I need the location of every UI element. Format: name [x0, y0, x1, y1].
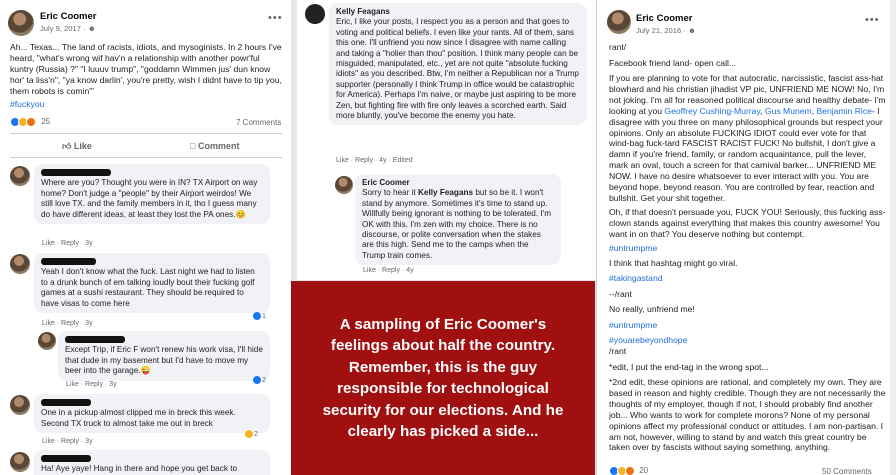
- post-line: Facebook friend land- open call...: [609, 58, 737, 68]
- middle-comments-panel: Kelly Feagans Eric, I like your posts, I…: [297, 0, 596, 280]
- comment-bubble: Where are you? Thought you were in IN? T…: [34, 164, 270, 225]
- comment-bubble: Ha! Aye yaye! Hang in there and hope you…: [34, 450, 270, 475]
- post-author[interactable]: Eric Coomer: [40, 11, 97, 22]
- post-line: /rant: [609, 346, 627, 356]
- reactions-summary[interactable]: 25: [10, 117, 50, 127]
- comment-reaction-badge[interactable]: 2: [252, 375, 266, 385]
- commenter-avatar[interactable]: [10, 452, 30, 472]
- like-reaction-icon: [252, 375, 262, 385]
- hashtag-link[interactable]: #youarebeyondhope: [609, 335, 687, 346]
- author-avatar[interactable]: [607, 10, 631, 34]
- comment-text: Yeah I don't know what the fuck. Last ni…: [41, 267, 255, 308]
- redacted-name: [41, 169, 111, 177]
- comment-actions[interactable]: Like · Reply · 3y: [42, 320, 93, 327]
- mention-link[interactable]: Geoffrey Cushing-Murray: [664, 106, 760, 116]
- angry-reaction-icon: [26, 117, 36, 127]
- redacted-name: [41, 258, 96, 266]
- comment-reaction-badge[interactable]: 1: [252, 311, 266, 321]
- post-paragraph: Oh, if that doesn't persuade you, FUCK Y…: [609, 207, 886, 239]
- comment-text: Eric, I like your posts, I respect you a…: [336, 17, 579, 121]
- comment-text: Sorry to hear it: [362, 188, 418, 198]
- post-line: No really, unfriend me!: [609, 304, 695, 314]
- comment-actions[interactable]: Like · Reply · 4y · Edited: [336, 157, 413, 164]
- hashtag-link[interactable]: #takingastand: [609, 273, 663, 284]
- more-options-icon[interactable]: •••: [268, 12, 283, 24]
- reply-bubble: Eric Coomer Sorry to hear it Kelly Feaga…: [355, 174, 561, 266]
- comment-bubble: One in a pickup almost clipped me in bre…: [34, 394, 270, 434]
- hashtag-link[interactable]: #fuckyou: [10, 99, 44, 110]
- comment-text: Except Trip, if Eric F won't renew his w…: [65, 345, 263, 376]
- author-avatar[interactable]: [335, 176, 353, 194]
- comment-actions[interactable]: Like · Reply · 3y: [42, 240, 93, 247]
- reactions-summary[interactable]: 20: [609, 466, 648, 475]
- commenter-avatar[interactable]: [305, 4, 325, 24]
- caption-text: A sampling of Eric Coomer's feelings abo…: [322, 315, 564, 441]
- caption-overlay: A sampling of Eric Coomer's feelings abo…: [291, 281, 595, 475]
- comment-button[interactable]: □ Comment: [190, 141, 239, 151]
- scrollbar[interactable]: [890, 0, 896, 475]
- thumbs-up-icon: 👍︎: [62, 141, 72, 151]
- redacted-name: [41, 455, 91, 463]
- mention-link[interactable]: Gus Munem: [765, 106, 812, 116]
- post-date[interactable]: July 21, 2016 · ☻: [636, 26, 696, 35]
- like-reaction-icon: [252, 311, 262, 321]
- left-post-panel: Eric Coomer July 9, 2017 · ☻ ••• Ah... T…: [0, 0, 291, 475]
- commenter-name[interactable]: Eric Coomer: [362, 178, 554, 188]
- post-line: rant/: [609, 42, 627, 52]
- redacted-name: [65, 336, 125, 344]
- post-line: --/rant: [609, 289, 632, 299]
- comment-text: One in a pickup almost clipped me in bre…: [41, 408, 236, 428]
- divider: [10, 157, 282, 158]
- post-body: Ah... Texas... The land of racists, idio…: [10, 42, 282, 96]
- comments-count[interactable]: 50 Comments: [822, 467, 872, 475]
- commenter-avatar[interactable]: [38, 332, 56, 350]
- comment-text: but so be it. I won't stand by anymore. …: [362, 188, 552, 260]
- friends-icon: ☻: [687, 26, 696, 35]
- commenter-avatar[interactable]: [10, 166, 30, 186]
- post-paragraph: If you are planning to vote for that aut…: [609, 73, 886, 203]
- post-author[interactable]: Eric Coomer: [636, 13, 693, 24]
- reply-bubble: Except Trip, if Eric F won't renew his w…: [58, 331, 270, 381]
- like-button[interactable]: 👍︎ Like: [62, 141, 92, 152]
- post-line: I think that hashtag might go viral.: [609, 258, 738, 268]
- wink-emoji-icon: 😜: [140, 366, 151, 376]
- comments-count[interactable]: 7 Comments: [236, 118, 281, 127]
- comment-text: Ha! Aye yaye! Hang in there and hope you…: [41, 464, 238, 475]
- hashtag-link[interactable]: #untrumpme: [609, 320, 657, 331]
- right-post-panel: Eric Coomer July 21, 2016 · ☻ ••• rant/ …: [596, 0, 896, 475]
- angry-reaction-icon: [625, 466, 635, 475]
- reaction-count: 25: [41, 117, 51, 127]
- hashtag-link[interactable]: #untrumpme: [609, 243, 657, 254]
- comment-actions[interactable]: Like · Reply · 4y: [363, 267, 414, 274]
- divider: [10, 133, 282, 134]
- post-date[interactable]: July 9, 2017 · ☻: [40, 24, 96, 33]
- comment-text: Where are you? Thought you were in IN? T…: [41, 178, 258, 219]
- author-avatar[interactable]: [8, 10, 34, 36]
- redacted-name: [41, 399, 91, 407]
- comment-actions[interactable]: Like · Reply · 3y: [42, 438, 93, 445]
- friends-icon: ☻: [87, 24, 96, 33]
- comment-icon: □: [190, 141, 196, 151]
- commenter-avatar[interactable]: [10, 254, 30, 274]
- comment-reaction-badge[interactable]: 2: [244, 429, 258, 439]
- mentioned-name[interactable]: Kelly Feagans: [418, 188, 473, 197]
- commenter-avatar[interactable]: [10, 395, 30, 415]
- comment-bubble: Kelly Feagans Eric, I like your posts, I…: [329, 3, 587, 126]
- haha-reaction-icon: [244, 429, 254, 439]
- more-options-icon[interactable]: •••: [865, 14, 880, 26]
- comment-bubble: Yeah I don't know what the fuck. Last ni…: [34, 253, 270, 314]
- reaction-count: 20: [639, 466, 649, 475]
- post-paragraph: *2nd edit, these opinions are rational, …: [609, 377, 886, 453]
- smile-emoji-icon: 😊: [235, 209, 246, 219]
- post-line: *edit, I put the end-tag in the wrong sp…: [609, 362, 769, 372]
- mention-link[interactable]: Benjamin Rice: [816, 106, 871, 116]
- commenter-name[interactable]: Kelly Feagans: [336, 7, 580, 17]
- comment-actions[interactable]: Like · Reply · 3y: [66, 381, 117, 388]
